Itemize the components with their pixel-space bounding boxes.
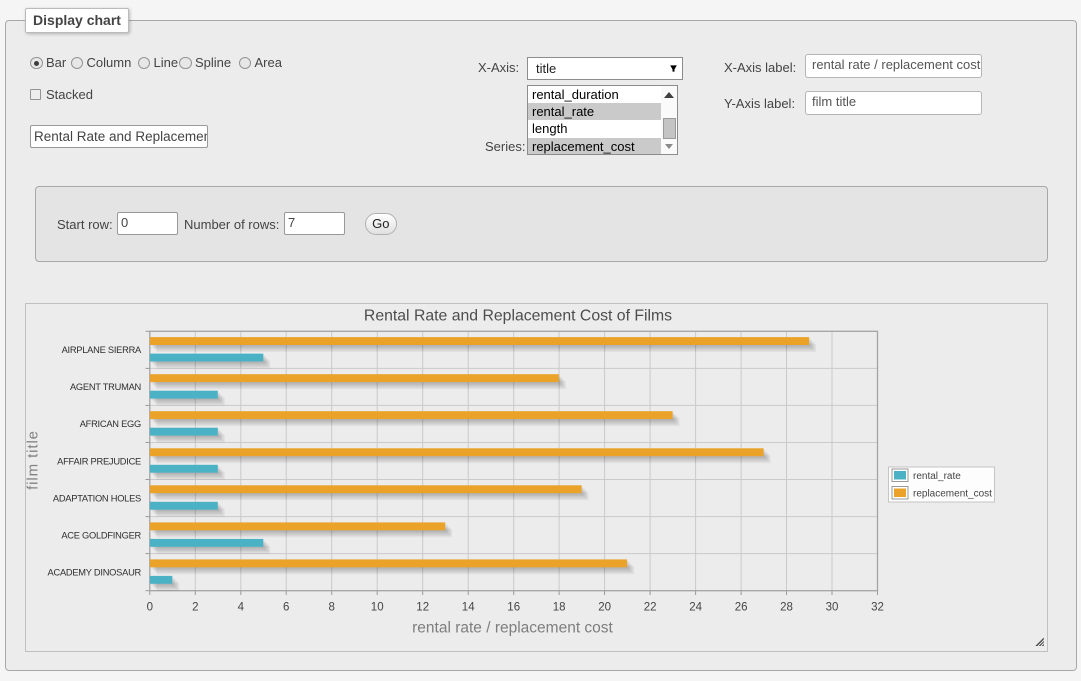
svg-text:22: 22: [644, 602, 657, 614]
svg-text:8: 8: [328, 602, 334, 614]
svg-text:2: 2: [192, 602, 198, 614]
svg-text:Rental Rate and Replacement Co: Rental Rate and Replacement Cost of Film…: [364, 307, 672, 324]
svg-text:32: 32: [871, 602, 884, 614]
svg-text:16: 16: [507, 602, 520, 614]
svg-text:ADAPTATION HOLES: ADAPTATION HOLES: [53, 493, 141, 503]
svg-text:ACADEMY DINOSAUR: ACADEMY DINOSAUR: [48, 567, 142, 577]
svg-text:28: 28: [780, 602, 793, 614]
svg-text:ACE GOLDFINGER: ACE GOLDFINGER: [61, 530, 141, 540]
svg-text:AGENT TRUMAN: AGENT TRUMAN: [70, 382, 141, 392]
svg-text:6: 6: [283, 602, 289, 614]
svg-text:rental_rate: rental_rate: [913, 471, 961, 482]
svg-text:replacement_cost: replacement_cost: [913, 488, 992, 499]
svg-text:14: 14: [462, 602, 475, 614]
svg-text:AIRPLANE SIERRA: AIRPLANE SIERRA: [62, 345, 142, 355]
svg-text:26: 26: [735, 602, 748, 614]
svg-text:film title: film title: [25, 430, 42, 490]
svg-text:rental rate / replacement cost: rental rate / replacement cost: [412, 620, 613, 637]
svg-text:10: 10: [371, 602, 384, 614]
svg-text:4: 4: [238, 602, 245, 614]
svg-text:0: 0: [147, 602, 153, 614]
svg-text:AFRICAN EGG: AFRICAN EGG: [80, 419, 141, 429]
svg-text:24: 24: [689, 602, 702, 614]
svg-text:30: 30: [826, 602, 839, 614]
svg-text:12: 12: [416, 602, 429, 614]
svg-text:18: 18: [553, 602, 566, 614]
svg-text:20: 20: [598, 602, 611, 614]
svg-text:AFFAIR PREJUDICE: AFFAIR PREJUDICE: [57, 456, 141, 466]
